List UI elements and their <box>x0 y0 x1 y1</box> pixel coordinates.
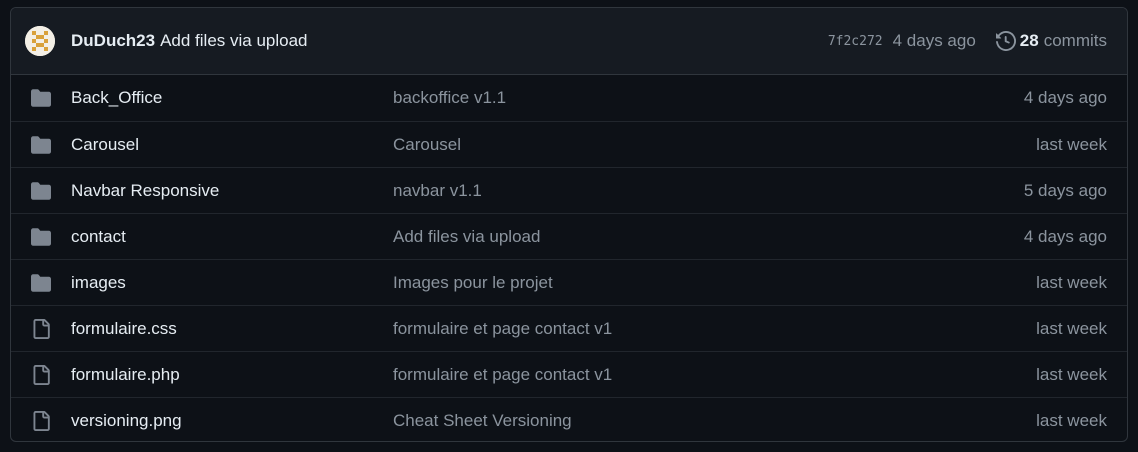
commit-time: 4 days ago <box>892 31 976 50</box>
file-icon <box>31 410 51 431</box>
file-row[interactable]: Navbar Responsive navbar v1.1 5 days ago <box>11 167 1127 213</box>
file-list: Back_Office backoffice v1.1 4 days ago Caro… <box>11 75 1127 441</box>
avatar[interactable] <box>25 26 55 56</box>
file-icon <box>31 364 51 385</box>
file-name-link[interactable]: Carousel <box>71 135 139 155</box>
file-commit-message-link[interactable]: Add files via upload <box>393 227 540 247</box>
file-icon <box>31 318 51 339</box>
file-name-link[interactable]: Navbar Responsive <box>71 181 219 201</box>
file-commit-message-link[interactable]: Cheat Sheet Versioning <box>393 411 572 431</box>
file-last-modified: 4 days ago <box>1023 88 1107 107</box>
file-name-link[interactable]: versioning.png <box>71 411 182 431</box>
file-last-modified: last week <box>1036 410 1107 430</box>
file-row[interactable]: images Images pour le projet last week <box>11 259 1127 305</box>
file-row[interactable]: formulaire.css formulaire et page contact… <box>11 305 1127 351</box>
file-browser: DuDuch23 Add files via upload 7f2c272 4 … <box>10 7 1128 442</box>
file-last-modified: last week <box>1036 272 1107 292</box>
file-last-modified: 4 days ago <box>1023 226 1107 246</box>
folder-icon <box>31 227 51 247</box>
file-name-link[interactable]: Back_Office <box>71 88 162 108</box>
file-commit-message-link[interactable]: navbar v1.1 <box>393 181 482 201</box>
commits-label: commits <box>1043 31 1107 50</box>
file-row[interactable]: formulaire.php formulaire et page contact… <box>11 351 1127 397</box>
file-name-link[interactable]: contact <box>71 227 126 247</box>
file-row[interactable]: Back_Office backoffice v1.1 4 days ago <box>11 75 1127 121</box>
file-commit-message-link[interactable]: formulaire et page contact v1 <box>393 319 612 339</box>
file-commit-message-link[interactable]: backoffice v1.1 <box>393 88 506 108</box>
file-last-modified: 5 days ago <box>1023 180 1107 200</box>
file-commit-message-link[interactable]: Images pour le projet <box>393 273 553 293</box>
latest-commit-bar: DuDuch23 Add files via upload 7f2c272 4 … <box>11 8 1127 75</box>
folder-icon <box>31 88 51 108</box>
file-row[interactable]: versioning.png Cheat Sheet Versioning last… <box>11 397 1127 441</box>
file-last-modified: last week <box>1036 134 1107 154</box>
file-last-modified: last week <box>1036 364 1107 384</box>
commits-history-link[interactable]: 28 commits <box>995 31 1107 51</box>
file-row[interactable]: Carousel Carousel last week <box>11 121 1127 167</box>
file-commit-message-link[interactable]: Carousel <box>393 135 461 155</box>
file-commit-message-link[interactable]: formulaire et page contact v1 <box>393 365 612 385</box>
folder-icon <box>31 135 51 155</box>
history-icon <box>995 31 1016 51</box>
file-name-link[interactable]: formulaire.css <box>71 319 177 339</box>
file-last-modified: last week <box>1036 318 1107 338</box>
file-row[interactable]: contact Add files via upload 4 days ago <box>11 213 1127 259</box>
file-name-link[interactable]: images <box>71 273 126 293</box>
commit-count: 28 <box>1019 31 1039 50</box>
commit-sha[interactable]: 7f2c272 <box>828 34 883 49</box>
commit-message[interactable]: Add files via upload <box>160 31 307 51</box>
folder-icon <box>31 181 51 201</box>
folder-icon <box>31 273 51 293</box>
commit-author[interactable]: DuDuch23 <box>71 31 155 51</box>
file-name-link[interactable]: formulaire.php <box>71 365 180 385</box>
